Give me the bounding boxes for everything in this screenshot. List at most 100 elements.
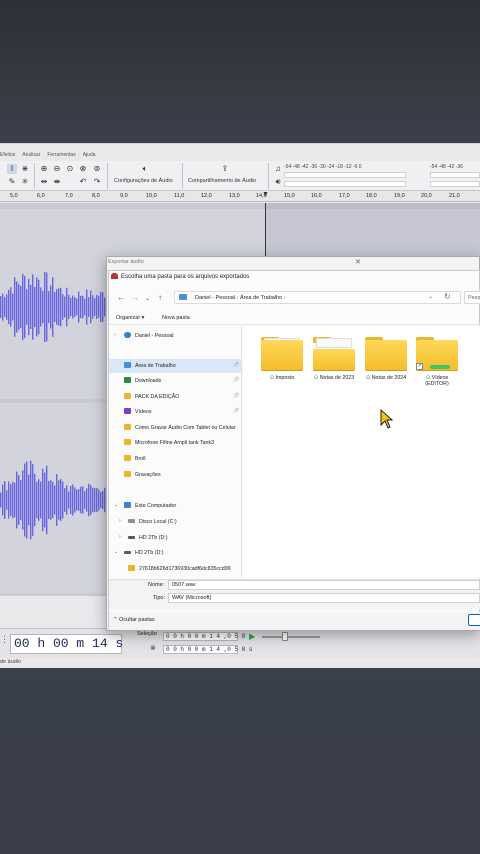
fit-project-icon[interactable]: ⊗ [78, 164, 88, 174]
snap-icon[interactable]: ⊗ [150, 644, 156, 652]
nav-item-folder[interactable]: Broll [109, 452, 241, 466]
pin-icon[interactable]: 📌︎ [233, 362, 239, 368]
share-audio-button[interactable]: Compartilhamento de Áudio [188, 178, 256, 184]
collapse-icon[interactable]: ⌄ [114, 502, 118, 508]
organize-button[interactable]: Organizar ▾ [116, 315, 144, 321]
multi-tool-icon[interactable]: ✳ [20, 177, 30, 187]
status-bar: de áudio [0, 659, 22, 665]
folder-tile[interactable]: ⊙ Imposto [259, 335, 305, 381]
pin-icon[interactable]: 📌︎ [233, 393, 239, 399]
recording-meter[interactable]: -54 -48 -42 -36 -30 -24 -18 -12 -6 0 [284, 164, 362, 170]
close-icon[interactable]: ✕ [355, 258, 361, 266]
recent-locations-icon[interactable]: ⌄ [145, 295, 150, 302]
ruler-tick: 10,0 [146, 193, 157, 199]
filename-input[interactable]: 0507.wav [168, 580, 480, 590]
menu-effects[interactable]: Efeitos [0, 152, 15, 161]
folder-tile[interactable]: ↗ ⊙ Vídeos (EDITOR) [414, 335, 460, 387]
pin-icon[interactable]: 📌︎ [233, 408, 239, 414]
refresh-icon[interactable]: ↻ [444, 292, 451, 301]
hide-folders-button[interactable]: ⌃ Ocultar pastas [113, 617, 155, 623]
selection-start-field[interactable]: 0 0 h 0 0 m 1 4 ,0 5 8 s [163, 632, 252, 641]
nav-item-drive-c[interactable]: › Disco Local (C:) [109, 515, 241, 529]
share-upload-icon[interactable]: ⇪ [220, 164, 230, 174]
back-icon[interactable]: ← [117, 293, 125, 302]
nav-item-this-pc[interactable]: ⌄ Este Computador [109, 499, 241, 513]
nav-item-folder[interactable]: Microfone Fifine Ampli tank Tank3 [109, 436, 241, 450]
menu-tools[interactable]: Ferramentas [47, 152, 75, 161]
expand-icon[interactable]: › [119, 518, 121, 524]
folder-icon [124, 393, 131, 399]
folder-icon [313, 335, 355, 371]
breadcrumb-desktop[interactable]: Área de Trabalho [240, 295, 282, 301]
folder-icon [124, 471, 131, 477]
up-icon[interactable]: ↑ [158, 293, 162, 302]
audio-settings-button[interactable]: Configurações de Áudio [114, 178, 173, 184]
selection-end-field[interactable]: 0 0 h 0 0 m 1 4 ,0 5 8 s [163, 645, 252, 654]
speed-slider-thumb[interactable] [282, 632, 288, 641]
filetype-select[interactable]: WAV (Microsoft) [168, 593, 480, 603]
address-bar[interactable]: Daniel - Pessoal › Área de Trabalho › [174, 291, 461, 304]
select-folder-button[interactable] [468, 614, 480, 626]
nav-item-label: Disco Local (C:) [139, 519, 177, 525]
nav-item-videos[interactable]: Vídeos 📌︎ [109, 405, 241, 419]
forward-icon[interactable]: → [131, 293, 139, 302]
new-folder-button[interactable]: Nova pasta [162, 315, 190, 321]
playback-meter-icon: 🔊︎ [275, 177, 281, 186]
nav-item-drive-d[interactable]: › HD 2Tb (D:) [109, 531, 241, 545]
nav-item-folder[interactable]: Como Gravar Áudio Com Tablet ou Celular [109, 421, 241, 435]
speed-slider[interactable] [262, 636, 320, 638]
zoom-out-icon[interactable]: ⊖ [52, 164, 62, 174]
nav-item-drive-d-expanded[interactable]: ⌄ HD 2Tb (D:) [109, 546, 241, 560]
draw-tool-icon[interactable]: ✎ [7, 177, 17, 187]
nav-item-onedrive[interactable]: › Daniel - Pessoal [109, 329, 241, 343]
meter-track[interactable] [284, 172, 406, 178]
address-dropdown-icon[interactable]: ⌄ [428, 293, 433, 300]
nav-item-folder[interactable]: 27618b626d1736930cadf6dc835ccd99 [109, 562, 241, 576]
fit-selection-icon[interactable]: ⊙ [65, 164, 75, 174]
playhead-icon[interactable]: ▼ [262, 191, 269, 198]
breadcrumb-daniel[interactable]: Daniel - Pessoal [195, 295, 235, 301]
folder-name: Imposto [275, 375, 295, 381]
meter-track-right[interactable] [430, 172, 480, 178]
playback-meter[interactable]: -54 -48 -42 -36 [430, 164, 463, 170]
nav-item-desktop[interactable]: Área de Trabalho 📌︎ [109, 359, 241, 373]
time-display[interactable]: 00 h 00 m 14 s [10, 634, 123, 654]
redo-icon[interactable]: ↷ [92, 177, 102, 187]
video-icon [124, 408, 131, 414]
drive-icon [128, 519, 135, 523]
ruler-tick: 19,0 [394, 193, 405, 199]
nav-item-folder[interactable]: Gravações [109, 468, 241, 482]
timeline-ruler[interactable]: 5,0 6,0 7,0 8,0 9,0 10,0 11,0 12,0 13,0 … [0, 191, 480, 202]
selection-tool-icon[interactable]: I [7, 164, 17, 174]
toolbar-separator [107, 163, 108, 189]
zoom-toggle-icon[interactable]: ⊚ [92, 164, 102, 174]
export-dialog-title: Exportar áudio [108, 259, 144, 265]
folder-tile[interactable]: ⊙ Notas de 2024 [363, 335, 409, 381]
ruler-tick: 7,0 [65, 193, 73, 199]
selection-label: Seleção [137, 631, 157, 637]
trim-icon[interactable]: ⇹ [39, 177, 49, 187]
folder-picker-title: Escolha uma pasta para os arquivos expor… [121, 274, 250, 280]
pin-icon[interactable]: 📌︎ [233, 377, 239, 383]
nav-item-pack-edicao[interactable]: PACK DA EDIÇÃO 📌︎ [109, 390, 241, 404]
collapse-icon[interactable]: ⌄ [114, 549, 118, 555]
undo-icon[interactable]: ↶ [78, 177, 88, 187]
meter-track-2[interactable] [284, 181, 406, 187]
envelope-tool-icon[interactable]: ⋇ [20, 164, 30, 174]
expand-icon[interactable]: › [119, 534, 121, 540]
meter-track-2-right[interactable] [430, 181, 480, 187]
folder-tile[interactable]: ⊙ Notas de 2023 [311, 335, 357, 381]
play-at-speed-icon[interactable]: ▶ [249, 632, 255, 641]
dialog-footer [109, 612, 480, 630]
menu-analyze[interactable]: Analisar [22, 152, 40, 161]
ruler-tick: 20,0 [421, 193, 432, 199]
nav-item-downloads[interactable]: Downloads 📌︎ [109, 374, 241, 388]
zoom-in-icon[interactable]: ⊕ [39, 164, 49, 174]
menu-help[interactable]: Ajuda [83, 152, 96, 161]
silence-icon[interactable]: ⇼ [52, 177, 62, 187]
navigation-pane[interactable]: › Daniel - Pessoal Área de Trabalho 📌︎ D… [109, 326, 242, 578]
expand-icon[interactable]: › [114, 332, 116, 338]
speaker-icon[interactable]: 🔈︎ [137, 164, 153, 174]
search-input[interactable]: Pesq [464, 291, 480, 304]
nav-item-label: Daniel - Pessoal [135, 333, 174, 339]
